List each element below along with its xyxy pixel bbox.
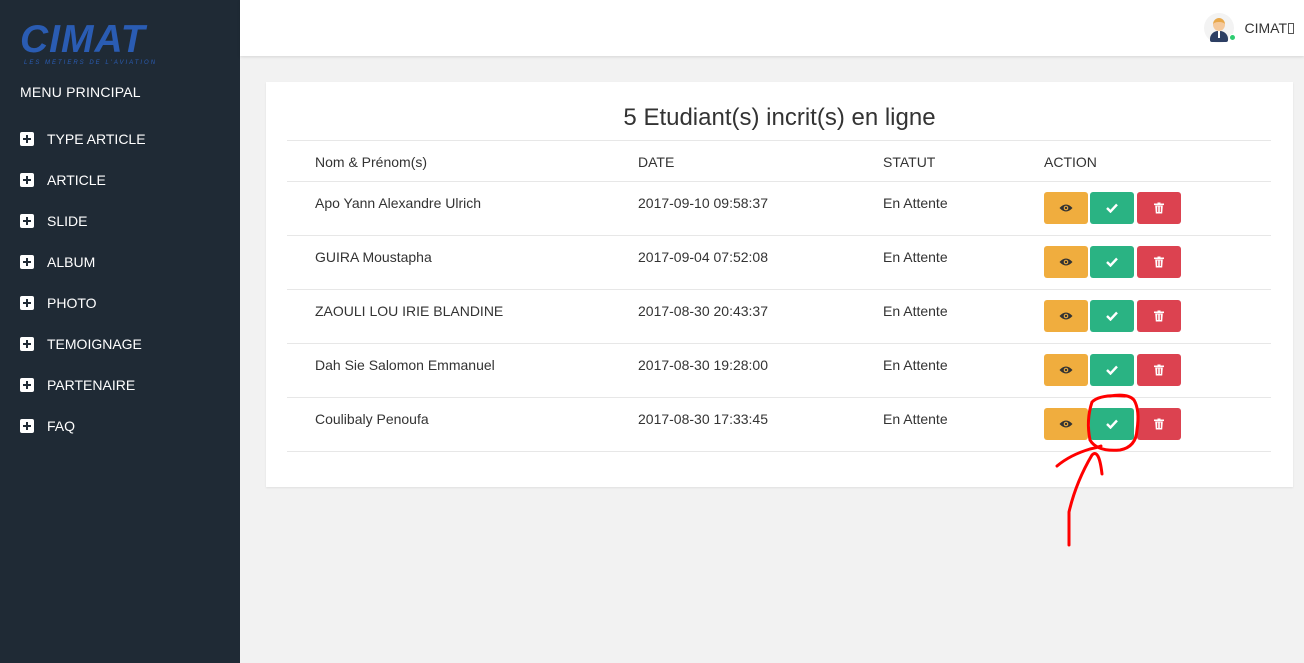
student-status: En Attente: [883, 235, 1044, 290]
plus-square-icon: [20, 418, 34, 433]
logo-tagline: LES METIERS DE L'AVIATION: [24, 60, 158, 66]
trash-icon: [1154, 202, 1164, 214]
student-date: 2017-08-30 17:33:45: [638, 397, 883, 452]
validate-button[interactable]: [1090, 246, 1134, 278]
sidebar-item-label: FAQ: [47, 417, 76, 434]
delete-button[interactable]: [1137, 354, 1181, 386]
row-actions: [1044, 397, 1271, 452]
sidebar-item-type-article[interactable]: TYPE ARTICLE: [0, 118, 240, 159]
table-row: GUIRA Moustapha 2017-09-04 07:52:08 En A…: [287, 235, 1271, 290]
view-button[interactable]: [1044, 192, 1088, 224]
validate-button[interactable]: [1090, 354, 1134, 386]
plus-square-icon: [20, 377, 34, 392]
plus-square-icon: [20, 172, 34, 187]
eye-icon: [1059, 258, 1073, 266]
online-status-dot: [1229, 34, 1237, 41]
plus-square-icon: [20, 213, 34, 228]
student-name: Coulibaly Penoufa: [287, 397, 638, 452]
sidebar-item-slide[interactable]: SLIDE: [0, 200, 240, 241]
row-actions: [1044, 235, 1271, 290]
eye-icon: [1059, 366, 1073, 374]
view-button[interactable]: [1044, 408, 1088, 440]
sidebar-item-temoignage[interactable]: TEMOIGNAGE: [0, 323, 240, 364]
student-status: En Attente: [883, 397, 1044, 452]
caret-icon[interactable]: [1288, 22, 1294, 34]
check-icon: [1106, 365, 1118, 375]
eye-icon: [1059, 420, 1073, 428]
check-icon: [1106, 311, 1118, 321]
students-card: 5 Etudiant(s) incrit(s) en ligne Nom & P…: [266, 82, 1293, 487]
delete-button[interactable]: [1137, 192, 1181, 224]
student-name: GUIRA Moustapha: [287, 235, 638, 290]
check-icon: [1106, 419, 1118, 429]
avatar[interactable]: [1204, 13, 1237, 43]
row-actions: [1044, 181, 1271, 236]
menu-title: MENU PRINCIPAL: [20, 84, 141, 100]
view-button[interactable]: [1044, 354, 1088, 386]
sidebar-item-faq[interactable]: FAQ: [0, 405, 240, 446]
delete-button[interactable]: [1137, 246, 1181, 278]
student-date: 2017-08-30 20:43:37: [638, 289, 883, 344]
trash-icon: [1154, 310, 1164, 322]
table-row: Coulibaly Penoufa 2017-08-30 17:33:45 En…: [287, 397, 1271, 452]
plus-square-icon: [20, 131, 34, 146]
sidebar-item-label: ARTICLE: [47, 171, 106, 188]
column-header-action: ACTION: [1044, 140, 1271, 182]
row-actions: [1044, 343, 1271, 398]
trash-icon: [1154, 364, 1164, 376]
page-title: 5 Etudiant(s) incrit(s) en ligne: [623, 104, 936, 131]
logo-text: CIMAT: [20, 18, 146, 61]
sidebar-item-partenaire[interactable]: PARTENAIRE: [0, 364, 240, 405]
student-name: Dah Sie Salomon Emmanuel: [287, 343, 638, 398]
student-date: 2017-09-10 09:58:37: [638, 181, 883, 236]
sidebar: CIMAT LES METIERS DE L'AVIATION MENU PRI…: [0, 0, 240, 663]
validate-button[interactable]: [1090, 192, 1134, 224]
plus-square-icon: [20, 336, 34, 351]
delete-button[interactable]: [1137, 408, 1181, 440]
column-header-status: STATUT: [883, 140, 1044, 182]
sidebar-item-album[interactable]: ALBUM: [0, 241, 240, 282]
student-status: En Attente: [883, 289, 1044, 344]
eye-icon: [1059, 312, 1073, 320]
plus-square-icon: [20, 295, 34, 310]
user-menu[interactable]: CIMAT: [1204, 13, 1294, 43]
plus-square-icon: [20, 254, 34, 269]
table-row: Dah Sie Salomon Emmanuel 2017-08-30 19:2…: [287, 343, 1271, 398]
trash-icon: [1154, 256, 1164, 268]
column-header-name: Nom & Prénom(s): [287, 140, 638, 182]
student-name: ZAOULI LOU IRIE BLANDINE: [287, 289, 638, 344]
sidebar-item-label: TEMOIGNAGE: [47, 335, 142, 352]
student-name: Apo Yann Alexandre Ulrich: [287, 181, 638, 236]
table-header-row: Nom & Prénom(s) DATE STATUT ACTION: [287, 140, 1271, 182]
student-status: En Attente: [883, 343, 1044, 398]
user-name[interactable]: CIMAT: [1244, 20, 1287, 36]
sidebar-item-label: ALBUM: [47, 253, 96, 270]
sidebar-item-photo[interactable]: PHOTO: [0, 282, 240, 323]
validate-button[interactable]: [1090, 408, 1134, 440]
logo[interactable]: CIMAT LES METIERS DE L'AVIATION: [20, 20, 170, 70]
student-status: En Attente: [883, 181, 1044, 236]
sidebar-item-article[interactable]: ARTICLE: [0, 159, 240, 200]
check-icon: [1106, 203, 1118, 213]
delete-button[interactable]: [1137, 300, 1181, 332]
check-icon: [1106, 257, 1118, 267]
sidebar-item-label: SLIDE: [47, 212, 88, 229]
sidebar-item-label: TYPE ARTICLE: [47, 130, 146, 147]
eye-icon: [1059, 204, 1073, 212]
table-row: ZAOULI LOU IRIE BLANDINE 2017-08-30 20:4…: [287, 289, 1271, 344]
top-bar: CIMAT: [240, 0, 1304, 56]
students-table: Nom & Prénom(s) DATE STATUT ACTION Apo Y…: [287, 140, 1271, 452]
student-date: 2017-08-30 19:28:00: [638, 343, 883, 398]
view-button[interactable]: [1044, 300, 1088, 332]
sidebar-item-label: PHOTO: [47, 294, 97, 311]
trash-icon: [1154, 418, 1164, 430]
student-date: 2017-09-04 07:52:08: [638, 235, 883, 290]
column-header-date: DATE: [638, 140, 883, 182]
view-button[interactable]: [1044, 246, 1088, 278]
validate-button[interactable]: [1090, 300, 1134, 332]
sidebar-menu: TYPE ARTICLE ARTICLE SLIDE ALBUM PHOTO T…: [0, 118, 240, 446]
table-row: Apo Yann Alexandre Ulrich 2017-09-10 09:…: [287, 181, 1271, 236]
row-actions: [1044, 289, 1271, 344]
sidebar-item-label: PARTENAIRE: [47, 376, 136, 393]
